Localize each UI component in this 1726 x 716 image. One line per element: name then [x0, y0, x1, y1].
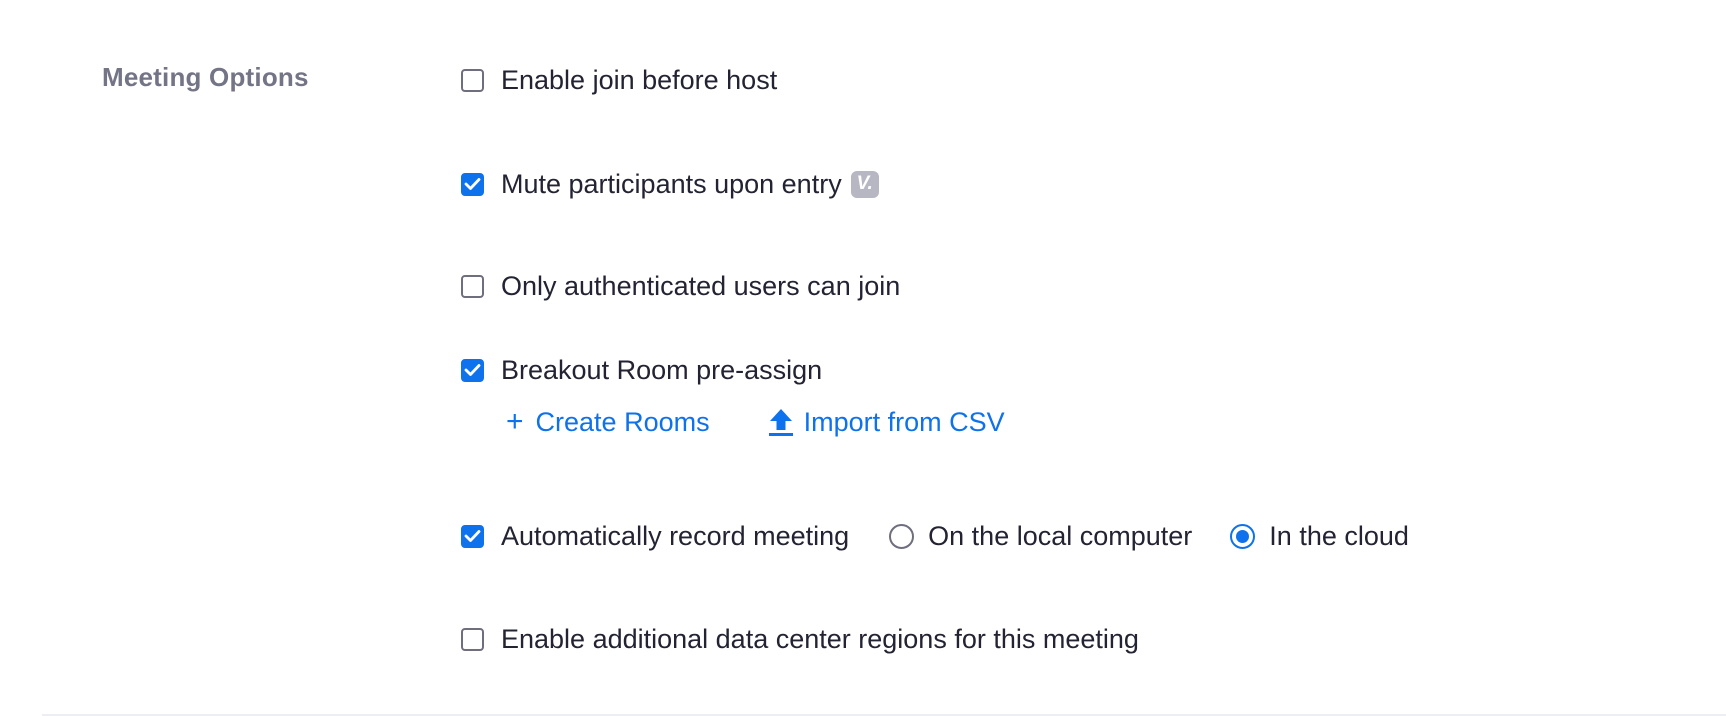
data-center-regions-label: Enable additional data center regions fo… [501, 623, 1139, 654]
option-mute-on-entry[interactable]: Mute participants upon entry V. [461, 164, 879, 204]
recording-location-group: On the local computer In the cloud [889, 521, 1447, 552]
local-computer-radio[interactable] [889, 523, 915, 549]
cloud-radio[interactable] [1230, 523, 1256, 549]
radio-cloud[interactable]: In the cloud [1230, 521, 1409, 552]
checkmark-icon [464, 364, 481, 376]
import-csv-label: Import from CSV [803, 406, 1005, 437]
breakout-actions: + Create Rooms Import from CSV [506, 402, 1005, 442]
option-breakout-preassign[interactable]: Breakout Room pre-assign [461, 350, 822, 390]
authenticated-only-label: Only authenticated users can join [501, 270, 901, 301]
create-rooms-label: Create Rooms [535, 406, 710, 437]
join-before-host-checkbox[interactable] [461, 68, 484, 92]
mute-on-entry-checkbox[interactable] [461, 172, 484, 196]
cloud-label: In the cloud [1269, 520, 1409, 551]
create-rooms-link[interactable]: + Create Rooms [506, 407, 710, 438]
authenticated-only-checkbox[interactable] [461, 274, 484, 298]
breakout-preassign-label: Breakout Room pre-assign [501, 354, 823, 385]
option-join-before-host[interactable]: Enable join before host [461, 60, 777, 100]
section-title: Meeting Options [102, 62, 309, 92]
breakout-preassign-checkbox[interactable] [461, 358, 484, 382]
auto-record-label: Automatically record meeting [501, 520, 850, 551]
option-authenticated-only[interactable]: Only authenticated users can join [461, 266, 900, 306]
checkmark-icon [464, 178, 481, 190]
option-data-center-regions[interactable]: Enable additional data center regions fo… [461, 619, 1139, 659]
import-csv-link[interactable]: Import from CSV [768, 407, 1005, 438]
mute-on-entry-label: Mute participants upon entry [501, 168, 842, 199]
meeting-options-section: Meeting Options Enable join before host … [0, 0, 1726, 716]
auto-record-checkbox[interactable] [461, 524, 484, 548]
data-center-regions-checkbox[interactable] [461, 627, 484, 651]
join-before-host-label: Enable join before host [501, 64, 778, 95]
plus-icon: + [506, 405, 524, 438]
checkmark-icon [464, 530, 481, 542]
upload-arrow-icon [768, 407, 794, 437]
option-auto-record[interactable]: Automatically record meeting On the loca… [461, 516, 1447, 556]
radio-local-computer[interactable]: On the local computer [889, 521, 1192, 552]
video-badge-icon: V. [850, 170, 879, 198]
local-computer-label: On the local computer [928, 520, 1193, 551]
